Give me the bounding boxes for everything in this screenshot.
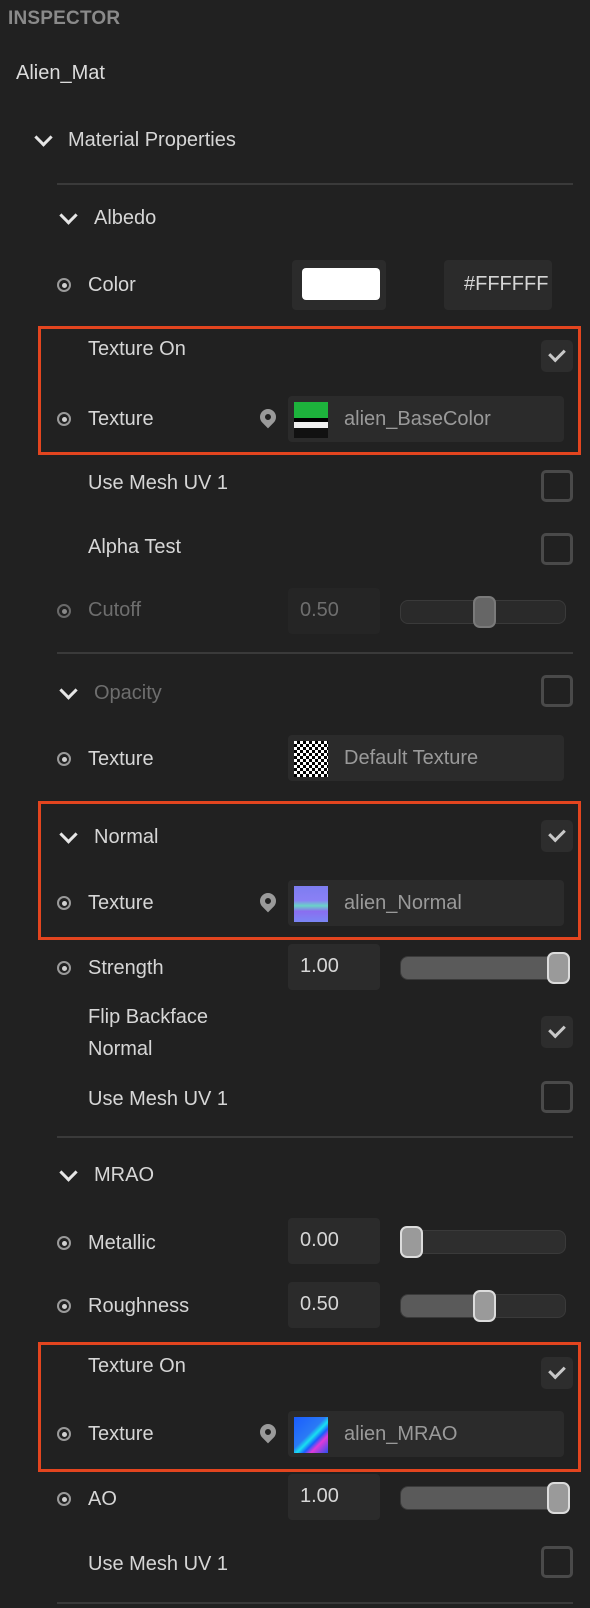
normal-texture-name: alien_Normal — [344, 892, 462, 914]
albedo-texture-on-label: Texture On — [88, 338, 186, 360]
flip-backface-label-line2: Normal — [88, 1038, 153, 1060]
alien-normal-thumbnail — [294, 886, 328, 922]
metallic-value-input[interactable]: 0.00 — [288, 1218, 380, 1264]
chevron-down-icon — [34, 128, 53, 147]
normal-use-mesh-uv1-label: Use Mesh UV 1 — [88, 1088, 229, 1110]
opacity-section-toggle[interactable]: Opacity — [55, 679, 255, 709]
albedo-use-mesh-uv1-checkbox[interactable] — [541, 470, 573, 502]
roughness-value-input[interactable]: 0.50 — [288, 1282, 380, 1328]
color-hex-value: #FFFFFF — [464, 273, 549, 295]
mrao-texture-bind-radio-icon[interactable] — [57, 1427, 71, 1441]
ao-bind-radio-icon[interactable] — [57, 1492, 71, 1506]
mrao-texture-label: Texture — [88, 1423, 154, 1445]
normal-use-mesh-uv1-checkbox[interactable] — [541, 1081, 573, 1113]
strength-slider-knob[interactable] — [547, 952, 570, 984]
cutoff-bind-radio-icon[interactable] — [57, 604, 71, 618]
albedo-use-mesh-uv1-label: Use Mesh UV 1 — [88, 472, 229, 494]
roughness-label: Roughness — [88, 1295, 190, 1317]
ao-slider-knob[interactable] — [547, 1482, 570, 1514]
cutoff-slider-knob[interactable] — [473, 596, 496, 628]
opacity-texture-picker[interactable]: Default Texture — [288, 735, 564, 781]
divider — [57, 183, 573, 185]
ao-slider[interactable] — [400, 1486, 566, 1510]
normal-texture-picker[interactable]: alien_Normal — [288, 880, 564, 926]
albedo-label: Albedo — [94, 207, 157, 229]
chevron-down-icon — [59, 206, 78, 225]
mrao-label: MRAO — [94, 1164, 154, 1186]
alpha-test-label: Alpha Test — [88, 536, 182, 558]
mrao-use-mesh-uv1-label: Use Mesh UV 1 — [88, 1553, 229, 1575]
color-bind-radio-icon[interactable] — [57, 278, 71, 292]
color-swatch-field[interactable] — [292, 260, 386, 310]
albedo-texture-label: Texture — [88, 408, 154, 430]
metallic-slider-knob[interactable] — [400, 1226, 423, 1258]
color-label: Color — [88, 274, 136, 296]
mrao-use-mesh-uv1-checkbox[interactable] — [541, 1546, 573, 1578]
checker-thumbnail — [294, 741, 328, 777]
opacity-checkbox[interactable] — [541, 675, 573, 707]
opacity-texture-name: Default Texture — [344, 747, 479, 769]
chevron-down-icon — [59, 1163, 78, 1182]
cutoff-value-input[interactable]: 0.50 — [288, 588, 380, 634]
cutoff-label: Cutoff — [88, 599, 141, 621]
strength-bind-radio-icon[interactable] — [57, 961, 71, 975]
divider — [57, 1602, 573, 1604]
mrao-section-toggle[interactable]: MRAO — [55, 1161, 255, 1191]
mrao-texture-name: alien_MRAO — [344, 1423, 458, 1445]
strength-value-input[interactable]: 1.00 — [288, 944, 380, 990]
flip-backface-label-line1: Flip Backface — [88, 1006, 209, 1028]
material-properties-label: Material Properties — [68, 129, 236, 151]
albedo-texture-name: alien_BaseColor — [344, 408, 491, 430]
divider — [57, 1136, 573, 1138]
metallic-slider[interactable] — [400, 1230, 566, 1254]
albedo-section-toggle[interactable]: Albedo — [55, 204, 255, 234]
opacity-label: Opacity — [94, 682, 162, 704]
color-swatch — [302, 268, 380, 300]
normal-checkbox[interactable] — [541, 820, 573, 852]
divider — [57, 652, 573, 654]
material-name: Alien_Mat — [16, 62, 105, 84]
slider-fill — [401, 957, 565, 979]
opacity-texture-label: Texture — [88, 748, 154, 770]
mrao-texture-on-label: Texture On — [88, 1355, 186, 1377]
albedo-texture-on-checkbox[interactable] — [541, 340, 573, 372]
normal-section-toggle[interactable]: Normal — [55, 823, 255, 853]
flip-backface-checkbox[interactable] — [541, 1016, 573, 1048]
material-properties-toggle[interactable]: Material Properties — [30, 126, 330, 156]
mrao-texture-on-checkbox[interactable] — [541, 1357, 573, 1389]
albedo-texture-picker[interactable]: alien_BaseColor — [288, 396, 564, 442]
inspector-header: INSPECTOR — [8, 8, 121, 29]
roughness-bind-radio-icon[interactable] — [57, 1299, 71, 1313]
strength-label: Strength — [88, 957, 164, 979]
mrao-texture-picker[interactable]: alien_MRAO — [288, 1411, 564, 1457]
metallic-bind-radio-icon[interactable] — [57, 1236, 71, 1250]
chevron-down-icon — [59, 681, 78, 700]
albedo-texture-bind-radio-icon[interactable] — [57, 412, 71, 426]
ao-value-input[interactable]: 1.00 — [288, 1474, 380, 1520]
metallic-label: Metallic — [88, 1232, 156, 1254]
roughness-slider-knob[interactable] — [473, 1290, 496, 1322]
normal-texture-bind-radio-icon[interactable] — [57, 896, 71, 910]
slider-fill — [401, 1487, 565, 1509]
color-hex-input[interactable]: #FFFFFF — [444, 260, 552, 310]
normal-label: Normal — [94, 826, 159, 848]
opacity-texture-bind-radio-icon[interactable] — [57, 752, 71, 766]
normal-texture-label: Texture — [88, 892, 154, 914]
alpha-test-checkbox[interactable] — [541, 533, 573, 565]
slider-fill — [401, 1295, 483, 1317]
strength-slider[interactable] — [400, 956, 566, 980]
chevron-down-icon — [59, 825, 78, 844]
alien-basecolor-thumbnail — [294, 402, 328, 438]
alien-mrao-thumbnail — [294, 1417, 328, 1453]
ao-label: AO — [88, 1488, 117, 1510]
